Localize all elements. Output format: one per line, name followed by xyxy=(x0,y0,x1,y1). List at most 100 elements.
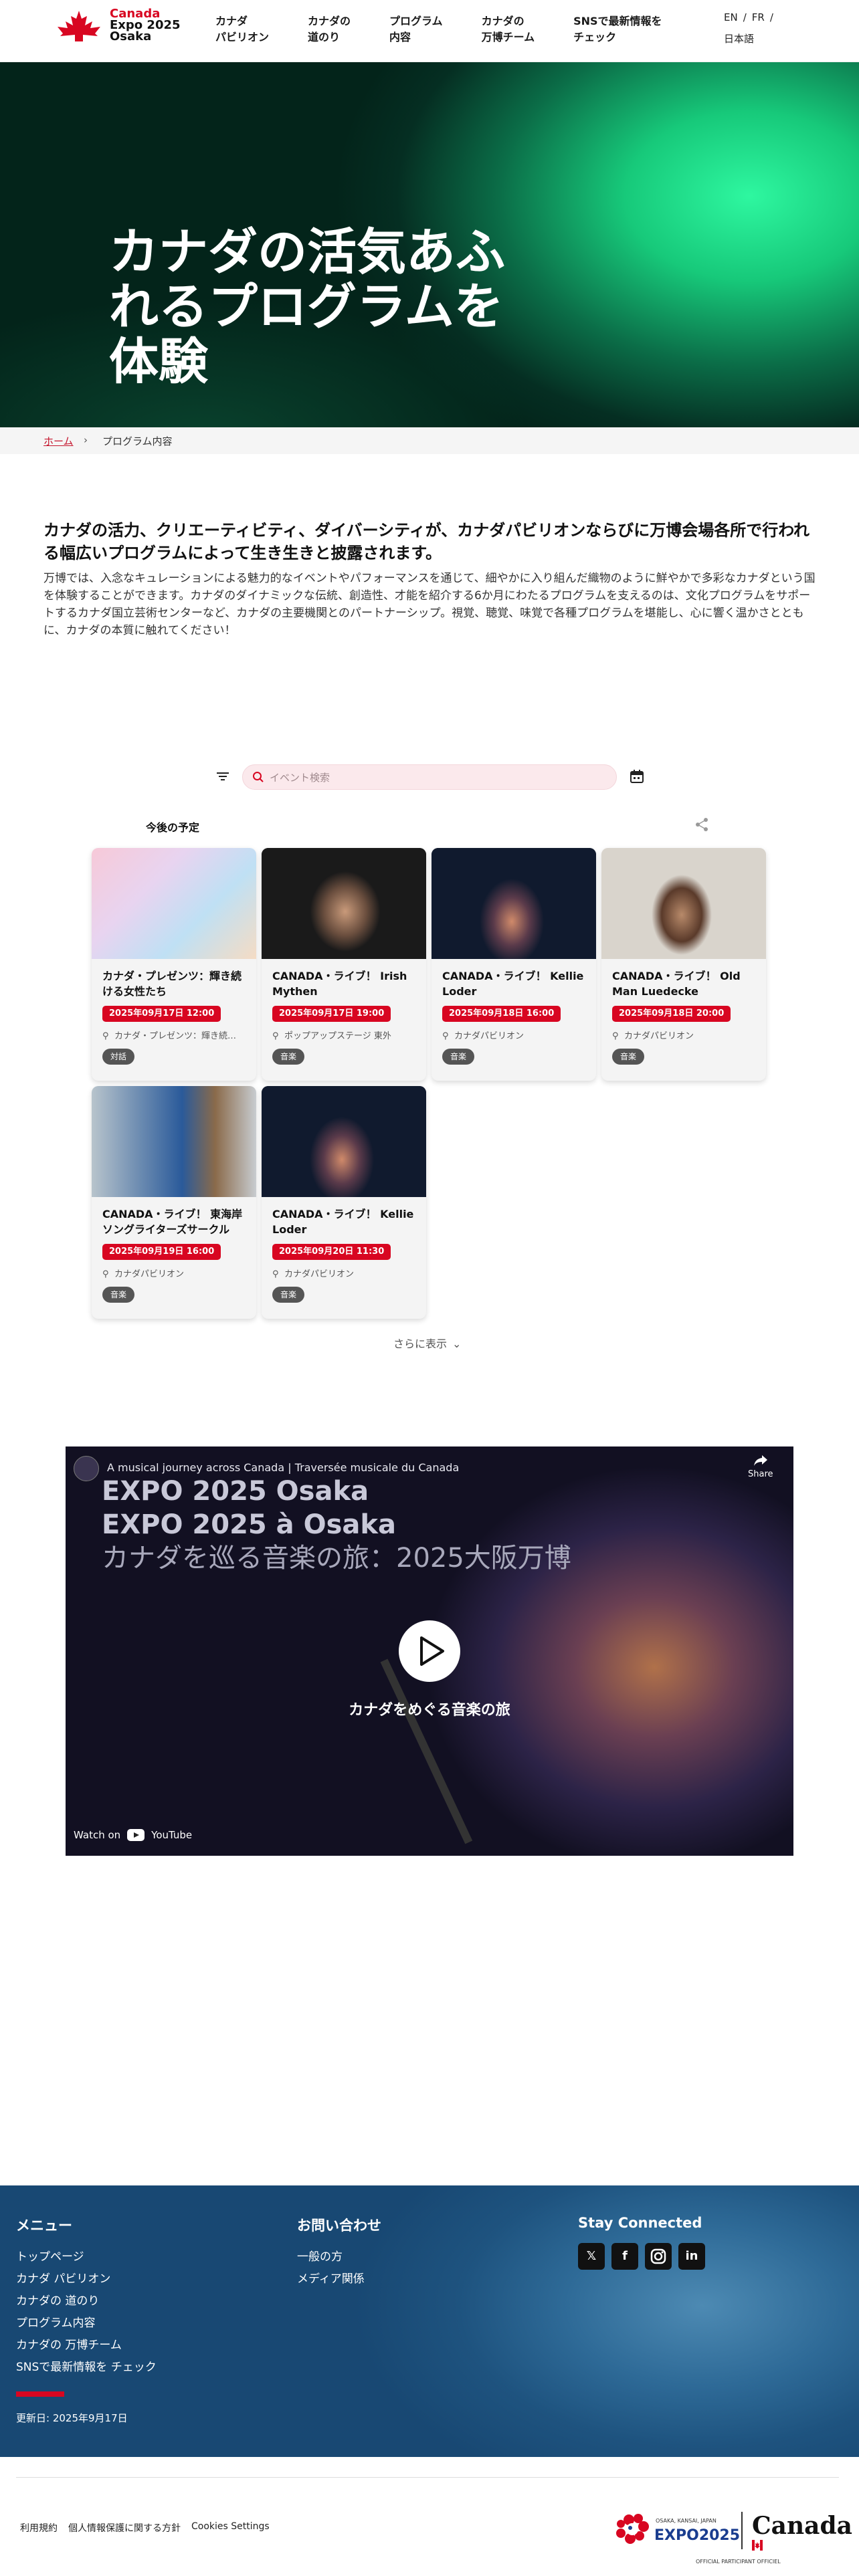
event-image xyxy=(92,1086,256,1197)
linkedin-icon[interactable]: in xyxy=(678,2243,705,2270)
footer-link-pavilion[interactable]: カナダ パビリオン xyxy=(16,2268,157,2290)
main-nav: カナダ パビリオン カナダの 道のり プログラム 内容 カナダの 万博チーム S… xyxy=(215,13,701,45)
event-location-text: ポップアップステージ 東外 xyxy=(284,1031,391,1041)
event-card[interactable]: CANADA・ライブ！ Irish Mythen 2025年09月17日 19:… xyxy=(262,848,426,1081)
video-share-label: Share xyxy=(748,1469,773,1479)
youtube-icon xyxy=(127,1829,145,1841)
privacy-link[interactable]: 個人情報保護に関する方針 xyxy=(68,2521,181,2535)
footer-contact-list: 一般の方 メディア関係 xyxy=(297,2246,365,2290)
calendar-icon[interactable] xyxy=(629,768,645,784)
footer-social-heading: Stay Connected xyxy=(578,2215,702,2231)
watch-on-youtube[interactable]: Watch on YouTube xyxy=(74,1829,192,1841)
event-date-badge: 2025年09月18日 20:00 xyxy=(612,1006,731,1022)
video-title[interactable]: A musical journey across Canada | Traver… xyxy=(107,1461,459,1474)
location-pin-icon: ⚲ xyxy=(102,1269,109,1279)
event-date-badge: 2025年09月20日 11:30 xyxy=(272,1244,391,1260)
lang-fr[interactable]: FR xyxy=(752,11,765,23)
nav-item-programs[interactable]: プログラム 内容 xyxy=(389,13,443,45)
event-category-tag[interactable]: 音楽 xyxy=(612,1049,645,1065)
x-twitter-icon[interactable]: 𝕏 xyxy=(578,2243,605,2270)
event-location-text: カナダ・プレゼンツ：輝き続… xyxy=(114,1031,237,1041)
intro-body: 万博では、入念なキュレーションによる魅力的なイベントやパフォーマンスを通じて、細… xyxy=(43,572,816,637)
event-card[interactable]: CANADA・ライブ！ Old Man Luedecke 2025年09月18日… xyxy=(601,848,766,1081)
event-search xyxy=(242,764,617,790)
event-category-tag[interactable]: 音楽 xyxy=(272,1049,305,1065)
language-switcher: EN / FR / 日本語 xyxy=(724,9,779,47)
video-share-button[interactable]: Share xyxy=(748,1455,773,1479)
nav-item-pavilion[interactable]: カナダ パビリオン xyxy=(215,13,269,45)
play-button[interactable] xyxy=(399,1620,460,1682)
event-date-badge: 2025年09月17日 19:00 xyxy=(272,1006,391,1022)
microphone-stand xyxy=(380,1658,473,1844)
event-title: CANADA・ライブ！ Kellie Loder xyxy=(272,1208,414,1236)
event-image xyxy=(432,848,596,959)
lang-separator: / xyxy=(743,11,747,23)
chevron-down-icon: ⌄ xyxy=(452,1337,462,1350)
event-title: CANADA・ライブ！ Irish Mythen xyxy=(272,970,407,998)
share-arrow-icon xyxy=(753,1455,767,1466)
event-category-tag[interactable]: 音楽 xyxy=(102,1287,135,1303)
nav-item-team[interactable]: カナダの 万博チーム xyxy=(482,13,535,45)
hero-title: カナダの活気あふれるプログラムを体験 xyxy=(109,223,505,391)
intro-heading: カナダの活力、クリエーティビティ、ダイバーシティが、カナダパビリオンならびに万博… xyxy=(43,521,810,562)
event-category-tag[interactable]: 音楽 xyxy=(442,1049,475,1065)
footer-contact-heading: お問い合わせ xyxy=(297,2218,381,2234)
canada-flag-icon xyxy=(752,2540,763,2551)
canada-wordmark-text: Canada xyxy=(752,2512,852,2540)
expo-canada-logo[interactable]: Canada Expo 2025 Osaka xyxy=(54,8,181,43)
video-overlay-line2: EXPO 2025 à Osaka xyxy=(102,1509,396,1540)
event-search-input[interactable] xyxy=(270,770,604,786)
show-more-label: さらに表示 xyxy=(393,1337,448,1350)
terms-link[interactable]: 利用規約 xyxy=(20,2521,58,2535)
upcoming-label: 今後の予定 xyxy=(146,821,200,834)
footer-link-journey[interactable]: カナダの 道のり xyxy=(16,2290,157,2313)
share-icon[interactable] xyxy=(694,817,709,832)
hero-banner: カナダの活気あふれるプログラムを体験 xyxy=(0,62,859,427)
event-card[interactable]: CANADA・ライブ！ 東海岸ソングライターズサークル 2025年09月19日 … xyxy=(92,1086,256,1319)
nav-item-journey[interactable]: カナダの 道のり xyxy=(308,13,351,45)
lang-ja[interactable]: 日本語 xyxy=(724,31,779,47)
youtube-video-embed[interactable]: A musical journey across Canada | Traver… xyxy=(66,1446,793,1856)
event-card[interactable]: CANADA・ライブ！ Kellie Loder 2025年09月20日 11:… xyxy=(262,1086,426,1319)
event-category-tag[interactable]: 音楽 xyxy=(272,1287,305,1303)
event-location-text: カナダパビリオン xyxy=(284,1269,355,1279)
facebook-icon[interactable]: f xyxy=(611,2243,638,2270)
video-caption: カナダをめぐる音楽の旅 xyxy=(349,1702,510,1719)
event-card[interactable]: カナダ・プレゼンツ：輝き続ける女性たち 2025年09月17日 12:00 ⚲ カ… xyxy=(92,848,256,1081)
footer-link-media[interactable]: メディア関係 xyxy=(297,2268,365,2290)
footer-link-home[interactable]: トップページ xyxy=(16,2246,157,2268)
show-more-button[interactable]: さらに表示 ⌄ xyxy=(393,1335,461,1351)
youtube-label: YouTube xyxy=(151,1829,193,1841)
logo-text: Canada Expo 2025 Osaka xyxy=(110,8,181,43)
expo-2025-logo: OSAKA, KANSAI, JAPAN EXPO2025 xyxy=(616,2512,743,2549)
footer-link-programs[interactable]: プログラム内容 xyxy=(16,2313,157,2335)
event-image xyxy=(601,848,766,959)
location-pin-icon: ⚲ xyxy=(102,1031,109,1041)
footer-link-sns[interactable]: SNSで最新情報を チェック xyxy=(16,2357,157,2379)
footer-link-general[interactable]: 一般の方 xyxy=(297,2246,365,2268)
video-overlay-line3: カナダを巡る音楽の旅：2025大阪万博 xyxy=(102,1543,571,1574)
footer-updated-date: 更新日: 2025年9月17日 xyxy=(16,2412,128,2424)
legal-links: 利用規約 個人情報保護に関する方針 Cookies Settings xyxy=(20,2521,270,2535)
event-location: ⚲ カナダパビリオン xyxy=(272,1267,419,1279)
filter-icon[interactable] xyxy=(215,769,230,784)
site-footer: メニュー トップページ カナダ パビリオン カナダの 道のり プログラム内容 カ… xyxy=(0,2185,859,2576)
event-title: カナダ・プレゼンツ：輝き続ける女性たち xyxy=(102,970,242,998)
channel-avatar[interactable] xyxy=(74,1456,99,1481)
event-image xyxy=(92,848,256,959)
event-category-tag[interactable]: 対話 xyxy=(102,1049,135,1065)
cookie-settings-link[interactable]: Cookies Settings xyxy=(191,2521,270,2535)
lang-en[interactable]: EN xyxy=(724,11,738,23)
breadcrumb-home-link[interactable]: ホーム xyxy=(43,434,74,448)
instagram-icon[interactable] xyxy=(645,2243,672,2270)
breadcrumb: ホーム › プログラム内容 xyxy=(0,427,859,454)
footer-red-accent xyxy=(16,2391,64,2397)
event-location-text: カナダパビリオン xyxy=(114,1269,185,1279)
event-card[interactable]: CANADA・ライブ！ Kellie Loder 2025年09月18日 16:… xyxy=(432,848,596,1081)
event-location-text: カナダパビリオン xyxy=(624,1031,694,1041)
footer-link-team[interactable]: カナダの 万博チーム xyxy=(16,2335,157,2357)
video-overlay-title: EXPO 2025 Osaka EXPO 2025 à Osaka xyxy=(102,1475,396,1541)
chevron-right-icon: › xyxy=(84,434,88,446)
official-participant-label: OFFICIAL PARTICIPANT OFFICIEL xyxy=(696,2559,781,2565)
nav-item-sns[interactable]: SNSで最新情報を チェック xyxy=(573,13,662,45)
